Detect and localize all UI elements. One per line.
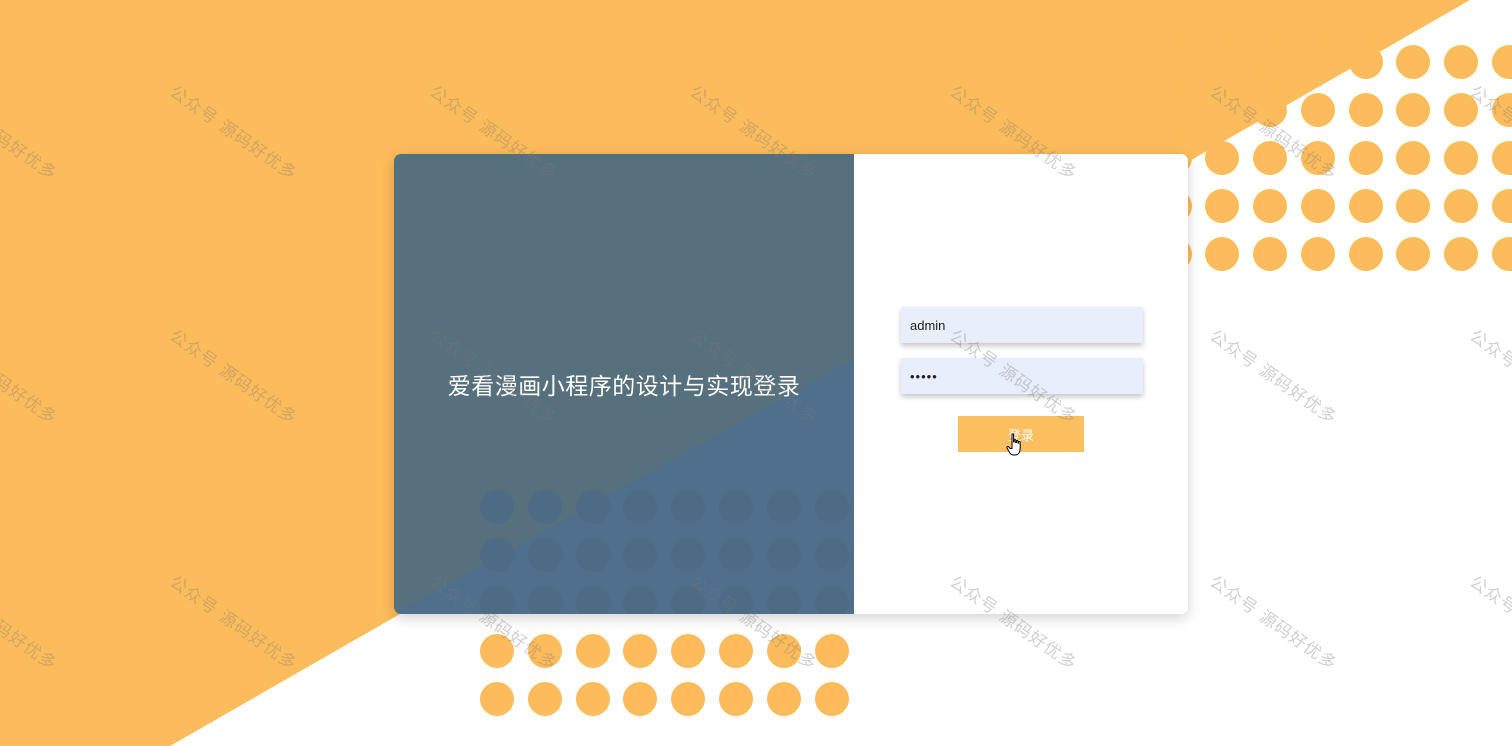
- decor-dot: [1349, 237, 1383, 271]
- decor-dot: [671, 682, 705, 716]
- decor-dot: [1492, 141, 1512, 175]
- decor-dot: [671, 634, 705, 668]
- decor-dot: [1492, 93, 1512, 127]
- decor-dot: [1349, 45, 1383, 79]
- decor-dot: [1205, 141, 1239, 175]
- decor-dot: [480, 682, 514, 716]
- decor-dot: [1444, 141, 1478, 175]
- decor-dot: [1158, 93, 1192, 127]
- decor-dot: [1301, 189, 1335, 223]
- decor-dot: [1396, 141, 1430, 175]
- decor-dot: [480, 634, 514, 668]
- decor-dot: [1253, 93, 1287, 127]
- decor-dot: [1349, 189, 1383, 223]
- decor-dot: [1253, 141, 1287, 175]
- decor-dot: [1492, 189, 1512, 223]
- decor-dot: [1444, 93, 1478, 127]
- decor-dot: [1205, 237, 1239, 271]
- username-input[interactable]: [901, 307, 1143, 343]
- decor-dot: [1158, 45, 1192, 79]
- decor-dot: [815, 634, 849, 668]
- login-page: 爱看漫画小程序的设计与实现登录 登录 公众号 源码好优多公众号 源码好优多公众号…: [0, 0, 1512, 746]
- decor-dot: [1253, 45, 1287, 79]
- decor-dot: [1205, 189, 1239, 223]
- decor-dot: [576, 634, 610, 668]
- decor-dot: [1396, 93, 1430, 127]
- decor-dot: [1492, 237, 1512, 271]
- decor-dot: [1301, 237, 1335, 271]
- decor-dot: [1301, 93, 1335, 127]
- decor-dot: [623, 634, 657, 668]
- password-input[interactable]: [901, 358, 1143, 394]
- decor-dot: [1444, 45, 1478, 79]
- decor-dot: [1205, 45, 1239, 79]
- decor-dot: [1349, 93, 1383, 127]
- decor-dot: [1301, 141, 1335, 175]
- hand-pointer-icon: [1006, 433, 1021, 456]
- decor-dot: [815, 682, 849, 716]
- decor-dot: [1444, 237, 1478, 271]
- decor-dot: [623, 682, 657, 716]
- decor-dot: [528, 634, 562, 668]
- login-form: 登录: [394, 154, 1188, 614]
- decor-dot: [576, 682, 610, 716]
- decor-dot: [1396, 237, 1430, 271]
- decor-dot: [719, 682, 753, 716]
- decor-dot: [1492, 45, 1512, 79]
- decor-dot: [1253, 237, 1287, 271]
- decor-dot: [1301, 45, 1335, 79]
- decor-dot: [767, 634, 801, 668]
- decor-dot: [719, 634, 753, 668]
- decor-dot: [1444, 189, 1478, 223]
- decor-dot: [1396, 45, 1430, 79]
- decor-dot: [1349, 141, 1383, 175]
- decor-dot: [1205, 93, 1239, 127]
- decor-dot: [1396, 189, 1430, 223]
- decor-dot: [1253, 189, 1287, 223]
- decor-dot: [767, 682, 801, 716]
- decor-dot: [528, 682, 562, 716]
